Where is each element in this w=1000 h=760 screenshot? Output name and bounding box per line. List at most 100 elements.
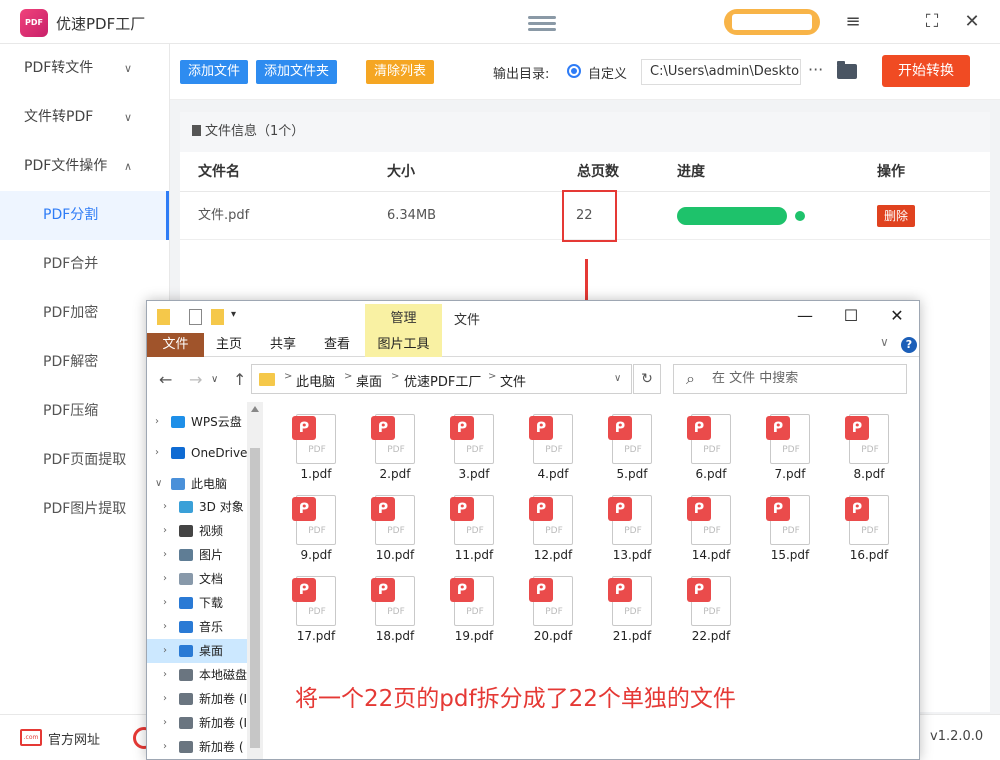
output-path-field[interactable]: C:\Users\admin\Deskto xyxy=(641,59,801,85)
new-folder-icon[interactable] xyxy=(211,309,224,325)
pdf-file-item[interactable]: ᑭ 10.pdf xyxy=(358,491,418,569)
nav-item[interactable]: › 视频 xyxy=(147,519,247,543)
pdf-file-item[interactable]: ᑭ 12.pdf xyxy=(516,491,576,569)
chevron-right-icon[interactable]: › xyxy=(163,639,167,663)
pdf-file-item[interactable]: ᑭ 18.pdf xyxy=(358,572,418,650)
maximize-icon[interactable]: ☐ xyxy=(839,306,863,326)
nav-item[interactable]: › 本地磁盘 xyxy=(147,663,247,687)
breadcrumb-desktop[interactable]: 桌面 xyxy=(356,371,382,390)
official-site-link[interactable]: 官方网址 xyxy=(48,729,100,748)
custom-radio[interactable] xyxy=(567,64,581,78)
pdf-file-item[interactable]: ᑭ 4.pdf xyxy=(516,410,576,488)
nav-item[interactable]: › 桌面 xyxy=(147,639,247,663)
tab-home[interactable]: 主页 xyxy=(209,333,249,357)
pdf-file-item[interactable]: ᑭ 14.pdf xyxy=(674,491,734,569)
sidebar-item-pdf-split[interactable]: PDF分割 xyxy=(0,191,169,240)
nav-item[interactable]: › 新加卷 ( xyxy=(147,735,247,759)
pdf-file-item[interactable]: ᑭ 7.pdf xyxy=(753,410,813,488)
refresh-icon[interactable]: ↻ xyxy=(633,364,661,394)
chevron-right-icon[interactable]: › xyxy=(163,663,167,687)
chevron-right-icon[interactable]: › xyxy=(163,591,167,615)
chevron-right-icon[interactable]: › xyxy=(163,711,167,735)
pdf-file-item[interactable]: ᑭ 20.pdf xyxy=(516,572,576,650)
nav-item[interactable]: › 3D 对象 xyxy=(147,495,247,519)
maximize-icon[interactable]: ⛶ xyxy=(920,10,944,34)
manage-tab[interactable]: 管理 xyxy=(365,304,442,333)
pdf-file-item[interactable]: ᑭ 16.pdf xyxy=(832,491,892,569)
tab-share[interactable]: 共享 xyxy=(263,333,303,357)
breadcrumb-app-folder[interactable]: 优速PDF工厂 xyxy=(404,371,481,390)
pdf-file-item[interactable]: ᑭ 21.pdf xyxy=(595,572,655,650)
sidebar-item-pdf-encrypt[interactable]: PDF加密 xyxy=(0,289,169,338)
breadcrumb-this-pc[interactable]: 此电脑 xyxy=(296,371,335,390)
delete-button[interactable]: 删除 xyxy=(877,205,916,227)
sidebar-item-pdf-image-extract[interactable]: PDF图片提取 xyxy=(0,485,169,534)
sidebar-item-pdf-compress[interactable]: PDF压缩 xyxy=(0,387,169,436)
add-folder-button[interactable]: 添加文件夹 xyxy=(256,60,338,84)
breadcrumb-files[interactable]: 文件 xyxy=(500,371,526,390)
pdf-file-item[interactable]: ᑭ 3.pdf xyxy=(437,410,497,488)
tab-file[interactable]: 文件 xyxy=(147,333,204,357)
back-icon[interactable]: ← xyxy=(159,370,172,389)
nav-item[interactable]: › 下载 xyxy=(147,591,247,615)
pdf-file-item[interactable]: ᑭ 13.pdf xyxy=(595,491,655,569)
chevron-down-icon[interactable]: ∨ xyxy=(614,373,621,384)
nav-item[interactable]: › 图片 xyxy=(147,543,247,567)
website-icon[interactable]: .com xyxy=(20,729,42,746)
address-bar[interactable]: > 此电脑 > 桌面 > 优速PDF工厂 > 文件 ∨ xyxy=(251,364,632,394)
help-icon[interactable]: ? xyxy=(901,337,917,353)
user-account-button[interactable] xyxy=(724,9,820,35)
sidebar-item-pdf-decrypt[interactable]: PDF解密 xyxy=(0,338,169,387)
tab-picture-tools[interactable]: 图片工具 xyxy=(365,333,442,357)
pdf-file-item[interactable]: ᑭ 11.pdf xyxy=(437,491,497,569)
pdf-file-item[interactable]: ᑭ 22.pdf xyxy=(674,572,734,650)
chevron-right-icon[interactable]: › xyxy=(155,441,159,465)
properties-icon[interactable] xyxy=(189,309,202,325)
chevron-down-icon[interactable]: ∨ xyxy=(880,335,889,349)
nav-item[interactable]: › 文档 xyxy=(147,567,247,591)
sidebar-item-pdf-page-extract[interactable]: PDF页面提取 xyxy=(0,436,169,485)
recent-dropdown-icon[interactable]: ∨ xyxy=(211,374,218,385)
sidebar-group-file-to-pdf[interactable]: 文件转PDF ∨ xyxy=(0,93,169,142)
chevron-right-icon[interactable]: › xyxy=(163,687,167,711)
forward-icon[interactable]: → xyxy=(189,370,202,389)
custom-radio-label[interactable]: 自定义 xyxy=(588,63,627,82)
pdf-file-item[interactable]: ᑭ 9.pdf xyxy=(279,491,339,569)
minimize-icon[interactable]: — xyxy=(793,306,817,326)
pdf-file-item[interactable]: ᑭ 17.pdf xyxy=(279,572,339,650)
close-icon[interactable]: ✕ xyxy=(960,10,984,34)
sidebar-item-pdf-merge[interactable]: PDF合并 xyxy=(0,240,169,289)
chevron-right-icon[interactable]: › xyxy=(163,567,167,591)
pdf-file-item[interactable]: ᑭ 6.pdf xyxy=(674,410,734,488)
chevron-right-icon[interactable]: › xyxy=(163,543,167,567)
pdf-file-item[interactable]: ᑭ 15.pdf xyxy=(753,491,813,569)
chevron-right-icon[interactable]: › xyxy=(163,495,167,519)
pdf-file-item[interactable]: ᑭ 1.pdf xyxy=(279,410,339,488)
nav-item[interactable]: › WPS云盘 xyxy=(147,410,247,434)
tab-view[interactable]: 查看 xyxy=(317,333,357,357)
pdf-file-item[interactable]: ᑭ 8.pdf xyxy=(832,410,892,488)
add-file-button[interactable]: 添加文件 xyxy=(180,60,249,84)
chevron-right-icon[interactable]: › xyxy=(155,410,159,434)
chevron-right-icon[interactable]: › xyxy=(163,735,167,759)
chevron-right-icon[interactable]: › xyxy=(163,519,167,543)
pdf-file-item[interactable]: ᑭ 2.pdf xyxy=(358,410,418,488)
clear-list-button[interactable]: 清除列表 xyxy=(366,60,435,84)
sidebar-group-pdf-operations[interactable]: PDF文件操作 ∧ xyxy=(0,142,169,191)
pdf-file-item[interactable]: ᑭ 5.pdf xyxy=(595,410,655,488)
folder-icon[interactable] xyxy=(837,61,857,79)
nav-item[interactable]: ∨ 此电脑 xyxy=(147,472,247,496)
close-icon[interactable]: ✕ xyxy=(885,306,909,326)
nav-item[interactable]: › 新加卷 (I xyxy=(147,687,247,711)
menu-icon[interactable]: ≡ xyxy=(841,10,865,34)
quick-access-dropdown-icon[interactable]: ▾ xyxy=(231,309,241,325)
start-convert-button[interactable]: 开始转换 xyxy=(882,55,970,87)
search-input[interactable]: 在 文件 中搜索 xyxy=(673,364,907,394)
pdf-file-item[interactable]: ᑭ 19.pdf xyxy=(437,572,497,650)
nav-item[interactable]: › 新加卷 (I xyxy=(147,711,247,735)
chevron-right-icon[interactable]: › xyxy=(163,615,167,639)
chevron-down-icon[interactable]: ∨ xyxy=(155,472,162,496)
nav-item[interactable]: › 音乐 xyxy=(147,615,247,639)
nav-scrollbar[interactable] xyxy=(247,402,263,759)
nav-item[interactable]: › OneDrive xyxy=(147,441,247,465)
